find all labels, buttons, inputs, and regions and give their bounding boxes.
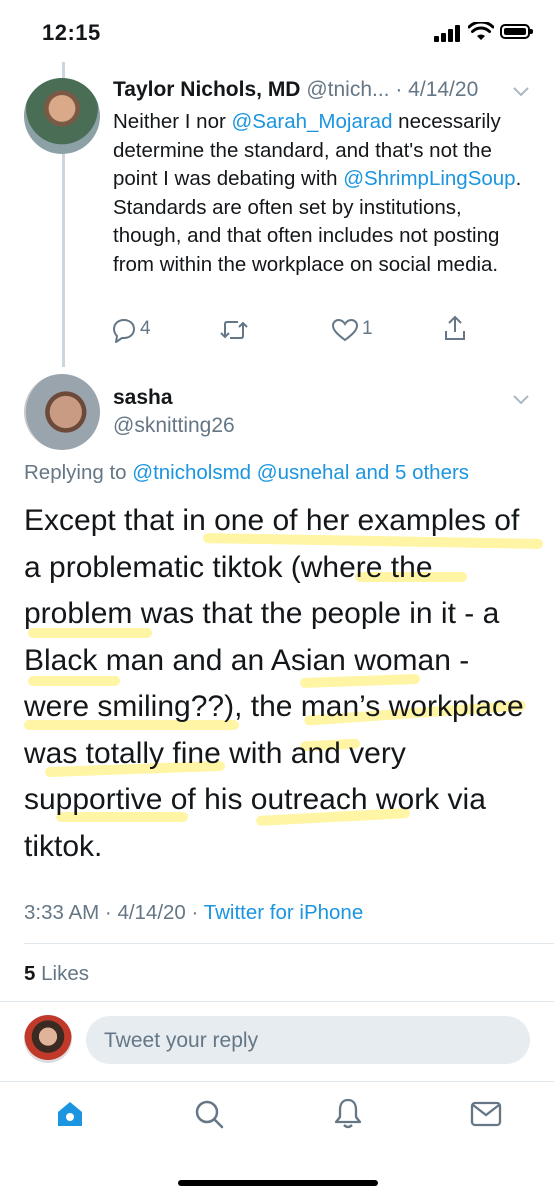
like-count: 1: [362, 318, 373, 339]
chevron-down-icon[interactable]: [511, 392, 531, 406]
reply-icon[interactable]: [111, 317, 137, 343]
reply-input[interactable]: Tweet your reply: [86, 1016, 530, 1064]
notifications-icon[interactable]: [333, 1096, 363, 1130]
tweet-time: 3:33 AM: [24, 901, 100, 924]
replying-to-users[interactable]: @tnicholsmd @usnehal and 5 others: [132, 461, 469, 484]
author-name[interactable]: Taylor Nichols, MD: [113, 78, 300, 101]
tweet-date: 4/14/20: [117, 901, 186, 924]
home-indicator: [178, 1180, 378, 1186]
author-handle[interactable]: @tnich...: [306, 78, 389, 101]
tweet-date: · 4/14/20: [395, 78, 479, 101]
share-icon[interactable]: [443, 314, 467, 342]
author-handle[interactable]: @sknitting26: [113, 414, 235, 438]
replying-prefix: Replying to: [24, 461, 133, 484]
likes-count: 5: [24, 962, 36, 985]
wifi-icon: [468, 22, 494, 40]
tweet-meta: 3:33 AM · 4/14/20 · Twitter for iPhone: [24, 901, 364, 924]
tab-bar-divider: [0, 1081, 554, 1082]
battery-icon: [500, 24, 533, 39]
cellular-signal-icon: [434, 24, 462, 42]
author-name[interactable]: sasha: [113, 386, 173, 410]
tweet-header: Taylor Nichols, MD @tnich... · 4/14/20: [113, 78, 478, 102]
messages-icon[interactable]: [470, 1100, 502, 1128]
avatar: [24, 1015, 72, 1063]
replying-to: Replying to @tnicholsmd @usnehal and 5 o…: [24, 461, 469, 485]
tweet-source[interactable]: Twitter for iPhone: [204, 901, 364, 924]
mention-link[interactable]: @ShrimpLingSoup: [343, 167, 515, 190]
tweet-body: Neither I nor @Sarah_Mojarad necessarily…: [113, 108, 523, 279]
home-icon[interactable]: [54, 1098, 86, 1130]
likes-summary[interactable]: 5 Likes: [24, 962, 89, 986]
like-icon[interactable]: [331, 318, 359, 342]
avatar[interactable]: [24, 78, 100, 154]
retweet-icon[interactable]: [219, 317, 249, 343]
likes-label: Likes: [41, 962, 89, 985]
chevron-down-icon[interactable]: [511, 84, 531, 98]
avatar[interactable]: [24, 374, 100, 450]
mention-link[interactable]: @Sarah_Mojarad: [232, 110, 393, 133]
reply-placeholder: Tweet your reply: [104, 1029, 259, 1052]
divider: [0, 1001, 554, 1002]
search-icon[interactable]: [193, 1098, 225, 1130]
tweet-text-segment: Neither I nor: [113, 110, 232, 133]
reply-count: 4: [140, 318, 151, 339]
divider: [24, 943, 554, 944]
tweet-text: Except that in one of her examples of a …: [24, 504, 524, 863]
status-time: 12:15: [42, 20, 101, 45]
